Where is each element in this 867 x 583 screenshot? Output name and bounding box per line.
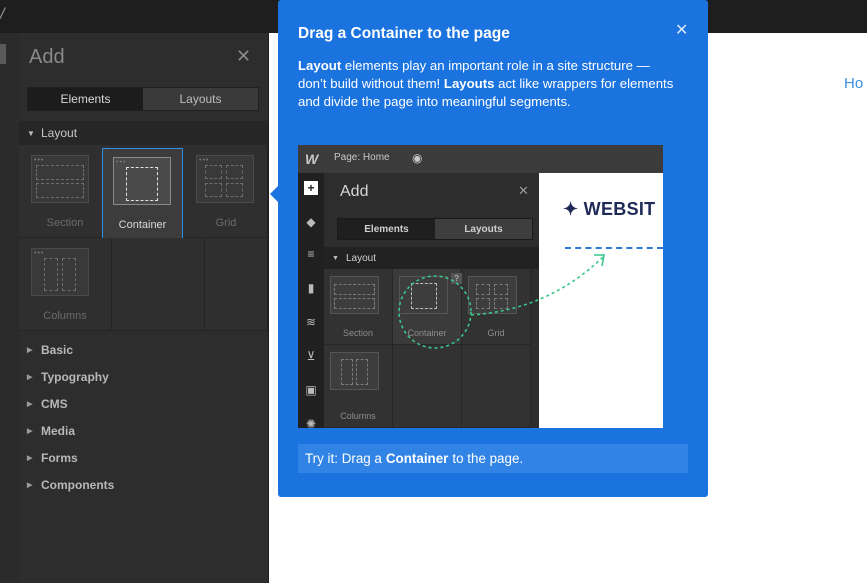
drag-arrowhead — [594, 254, 605, 267]
columns-icon: ••• — [31, 248, 89, 296]
layout-item-label: Section — [46, 217, 84, 229]
nav-link-home[interactable]: Ho — [844, 75, 863, 92]
layout-item-grid[interactable]: ••• Grid — [185, 145, 268, 238]
drag-path-overlay — [398, 254, 605, 349]
try-it-suffix: to the page. — [452, 451, 524, 466]
category-cms[interactable]: ▶ CMS — [19, 390, 268, 417]
category-label: CMS — [41, 396, 68, 411]
layout-item-label: Columns — [43, 310, 87, 322]
body-bold-layouts: Layouts — [443, 76, 495, 91]
layout-section-label: Layout — [41, 126, 78, 140]
popover-body: Layout elements play an important role i… — [298, 57, 678, 111]
category-components[interactable]: ▶ Components — [19, 471, 268, 498]
onboarding-popover: Drag a Container to the page ✕ Layout el… — [270, 0, 708, 497]
tab-layouts[interactable]: Layouts — [143, 88, 258, 110]
panel-tabs: Elements Layouts — [27, 87, 259, 111]
category-label: Forms — [41, 450, 78, 465]
drag-path-curve — [470, 256, 604, 316]
category-typography[interactable]: ▶ Typography — [19, 363, 268, 390]
tab-elements[interactable]: Elements — [28, 88, 143, 110]
caret-right-icon: ▶ — [27, 454, 33, 462]
layout-item-columns[interactable]: ••• Columns — [19, 238, 112, 331]
layout-items-grid: ••• Section ••• Container ••• Grid ••• C… — [19, 145, 268, 331]
caret-right-icon: ▶ — [27, 427, 33, 435]
left-toolbar — [0, 33, 20, 583]
layout-item-label: Grid — [215, 217, 237, 229]
category-media[interactable]: ▶ Media — [19, 417, 268, 444]
grid-icon: ••• — [196, 155, 254, 203]
popover-arrow — [270, 186, 278, 202]
section-icon: ••• — [31, 155, 89, 203]
try-it-banner: Try it: Drag a Container to the page. — [298, 444, 688, 473]
category-label: Basic — [41, 342, 74, 357]
close-icon[interactable]: ✕ — [675, 20, 688, 40]
panel-title: Add — [29, 46, 65, 68]
layout-item-empty — [112, 238, 205, 331]
caret-down-icon: ▼ — [27, 128, 35, 138]
tutorial-illustration: W Page: Home ◉ + ◆ ≡ ▮ ≋ ⊻ ▣ ✺ Add ✕ Ele… — [298, 145, 663, 428]
add-panel-active-indicator[interactable] — [0, 44, 6, 64]
caret-right-icon: ▶ — [27, 373, 33, 381]
layout-item-container[interactable]: ••• Container — [102, 148, 183, 240]
category-label: Typography — [41, 369, 109, 384]
try-it-bold: Container — [385, 451, 449, 466]
drag-origin-circle — [398, 275, 472, 349]
add-panel: Add ✕ Elements Layouts ▼ Layout ••• Sect… — [19, 33, 269, 583]
top-bar-logo: / — [0, 6, 5, 22]
caret-right-icon: ▶ — [27, 346, 33, 354]
caret-right-icon: ▶ — [27, 400, 33, 408]
category-label: Components — [41, 477, 115, 492]
category-forms[interactable]: ▶ Forms — [19, 444, 268, 471]
container-icon: ••• — [113, 157, 171, 205]
layout-section-header[interactable]: ▼ Layout — [19, 121, 268, 145]
body-bold-layout: Layout — [298, 58, 342, 73]
category-list: ▶ Basic ▶ Typography ▶ CMS ▶ Media ▶ Forms ▶ C… — [19, 336, 268, 498]
category-basic[interactable]: ▶ Basic — [19, 336, 268, 363]
category-label: Media — [41, 423, 76, 438]
layout-item-section[interactable]: ••• Section — [19, 145, 112, 238]
popover-title: Drag a Container to the page — [298, 25, 510, 42]
close-icon[interactable]: ✕ — [236, 46, 251, 66]
caret-right-icon: ▶ — [27, 481, 33, 489]
try-it-prefix: Try it: Drag a — [305, 451, 382, 466]
layout-item-empty — [205, 238, 268, 331]
layout-item-label: Container — [118, 219, 167, 231]
